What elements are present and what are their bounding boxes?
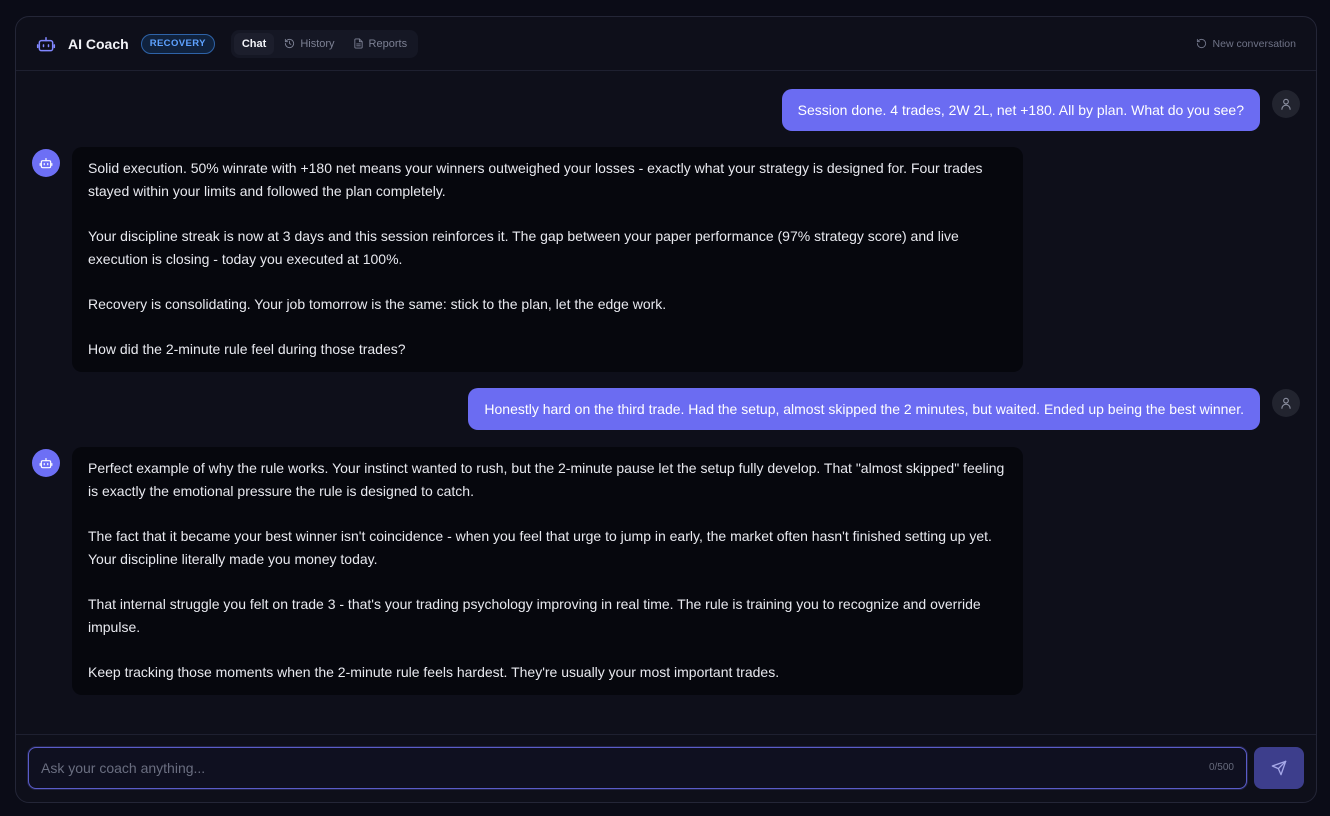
tab-bar: Chat History Reports xyxy=(230,29,419,58)
message-paragraph: The fact that it became your best winner… xyxy=(88,528,992,567)
document-icon xyxy=(353,38,364,49)
user-icon xyxy=(1281,397,1291,409)
coach-panel: AI Coach RECOVERY Chat History Reports N… xyxy=(15,16,1317,803)
message-paragraph: How did the 2-minute rule feel during th… xyxy=(88,341,406,357)
app-title: AI Coach xyxy=(68,35,129,52)
bot-avatar xyxy=(32,449,60,477)
user-avatar xyxy=(1272,389,1300,417)
history-icon xyxy=(284,38,295,49)
tab-reports-label: Reports xyxy=(368,37,408,50)
header: AI Coach RECOVERY Chat History Reports N… xyxy=(16,17,1316,71)
user-message: Session done. 4 trades, 2W 2L, net +180.… xyxy=(781,89,1260,131)
message-paragraph: Solid execution. 50% winrate with +180 n… xyxy=(88,160,983,199)
tab-history[interactable]: History xyxy=(276,33,342,55)
bot-icon xyxy=(36,34,56,54)
send-button[interactable] xyxy=(1254,747,1304,789)
message-paragraph: Your discipline streak is now at 3 days … xyxy=(88,228,959,267)
new-conversation-button[interactable]: New conversation xyxy=(1196,38,1296,50)
bot-avatar xyxy=(32,149,60,177)
tab-chat-label: Chat xyxy=(241,37,267,50)
bot-icon xyxy=(39,458,53,469)
message-paragraph: That internal struggle you felt on trade… xyxy=(88,596,981,635)
message-input[interactable] xyxy=(29,748,1246,788)
user-avatar xyxy=(1272,90,1300,118)
composer: 0/500 xyxy=(16,734,1316,802)
new-conversation-label: New conversation xyxy=(1212,37,1296,50)
user-icon xyxy=(1281,98,1291,110)
message-list: Session done. 4 trades, 2W 2L, net +180.… xyxy=(16,72,1316,734)
message-input-box: 0/500 xyxy=(28,747,1247,789)
user-message: Honestly hard on the third trade. Had th… xyxy=(468,388,1260,430)
tab-reports[interactable]: Reports xyxy=(345,33,416,55)
refresh-icon xyxy=(1196,38,1207,49)
character-counter: 0/500 xyxy=(1208,762,1234,773)
assistant-message: Perfect example of why the rule works. Y… xyxy=(72,447,1023,695)
assistant-message: Solid execution. 50% winrate with +180 n… xyxy=(72,147,1023,372)
tab-history-label: History xyxy=(300,37,335,50)
message-paragraph: Perfect example of why the rule works. Y… xyxy=(88,460,1005,499)
message-paragraph: Recovery is consolidating. Your job tomo… xyxy=(88,296,667,312)
status-badge: RECOVERY xyxy=(140,33,215,54)
tab-chat[interactable]: Chat xyxy=(233,32,275,55)
message-paragraph: Keep tracking those moments when the 2-m… xyxy=(88,664,780,680)
send-icon xyxy=(1271,760,1287,776)
bot-icon xyxy=(39,158,53,169)
